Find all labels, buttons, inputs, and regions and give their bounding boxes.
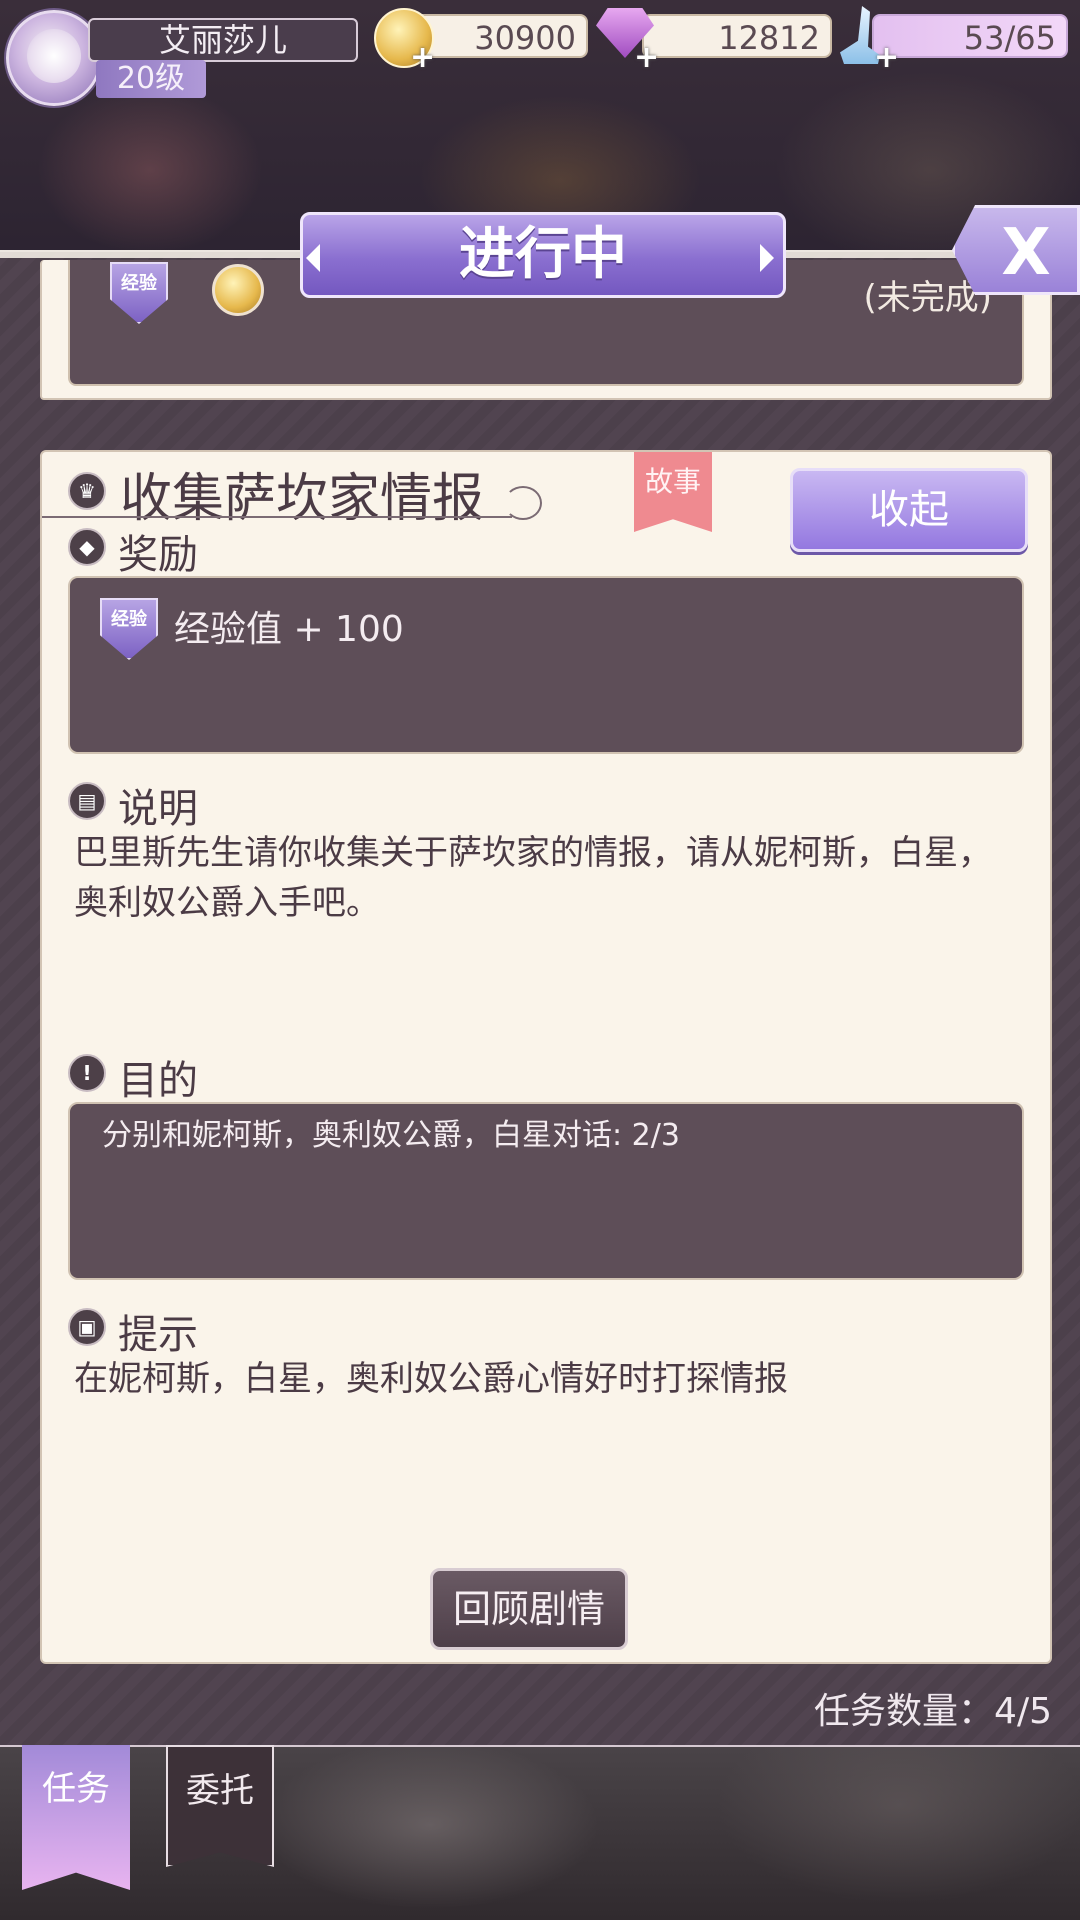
goal-box: 分别和妮柯斯，奥利奴公爵，白星对话: 2/3 <box>68 1102 1024 1280</box>
reward-icon: ◆ <box>68 528 106 566</box>
bottom-divider <box>0 1745 1080 1747</box>
player-name: 艾丽莎儿 <box>88 18 358 62</box>
tab-quests[interactable]: 任务 <box>22 1745 130 1890</box>
description-text: 巴里斯先生请你收集关于萨坎家的情报，请从妮柯斯，白星，奥利奴公爵入手吧。 <box>74 833 992 923</box>
story-tag: 故事 <box>634 452 712 532</box>
bottom-background <box>0 1745 1080 1920</box>
add-gem-icon[interactable]: + <box>634 40 659 75</box>
description-label: 说明 <box>118 786 198 832</box>
gold-counter: 30900 <box>410 14 588 58</box>
quest-detail-card: ♛ 收集萨坎家情报 故事 收起 ◆ 奖励 经验 经验值 + 100 ▤ 说明 巴… <box>40 450 1052 1664</box>
player-level: 20级 <box>96 60 206 98</box>
banner-right-arrow-icon <box>760 244 774 272</box>
goal-label: 目的 <box>118 1058 198 1104</box>
book-icon: ▤ <box>68 782 106 820</box>
banner-left-arrow-icon <box>306 244 320 272</box>
goal-text: 分别和妮柯斯，奥利奴公爵，白星对话: 2/3 <box>102 1118 680 1153</box>
hint-text: 在妮柯斯，白星，奥利奴公爵心情好时打探情报 <box>74 1359 788 1399</box>
add-gold-icon[interactable]: + <box>410 40 435 75</box>
swirl-ornament-icon <box>504 486 542 520</box>
exp-badge-icon: 经验 <box>100 598 158 660</box>
exp-badge-icon: 经验 <box>110 262 168 324</box>
add-stamina-icon[interactable]: + <box>874 40 899 75</box>
close-button[interactable]: X <box>952 205 1080 295</box>
hint-label: 提示 <box>118 1312 198 1358</box>
quest-title: 收集萨坎家情报 <box>120 469 485 529</box>
rose-icon <box>27 29 81 83</box>
crown-icon: ♛ <box>68 472 106 510</box>
tab-commissions[interactable]: 委托 <box>166 1745 274 1867</box>
collapse-button[interactable]: 收起 <box>790 468 1028 552</box>
reward-box: 经验 经验值 + 100 <box>68 576 1024 754</box>
stamina-counter: 53/65 <box>872 14 1068 58</box>
coin-reward-icon <box>212 264 264 316</box>
title-underline <box>42 516 512 518</box>
note-icon: ▣ <box>68 1308 106 1346</box>
exclamation-icon: ! <box>68 1054 106 1092</box>
review-story-button[interactable]: 回顾剧情 <box>430 1568 628 1650</box>
reward-label: 奖励 <box>118 532 198 578</box>
gem-counter: 12812 <box>642 14 832 58</box>
page-title: 进行中 <box>300 212 786 298</box>
reward-text: 经验值 + 100 <box>174 609 404 650</box>
task-count: 任务数量：4/5 <box>814 1691 1052 1732</box>
